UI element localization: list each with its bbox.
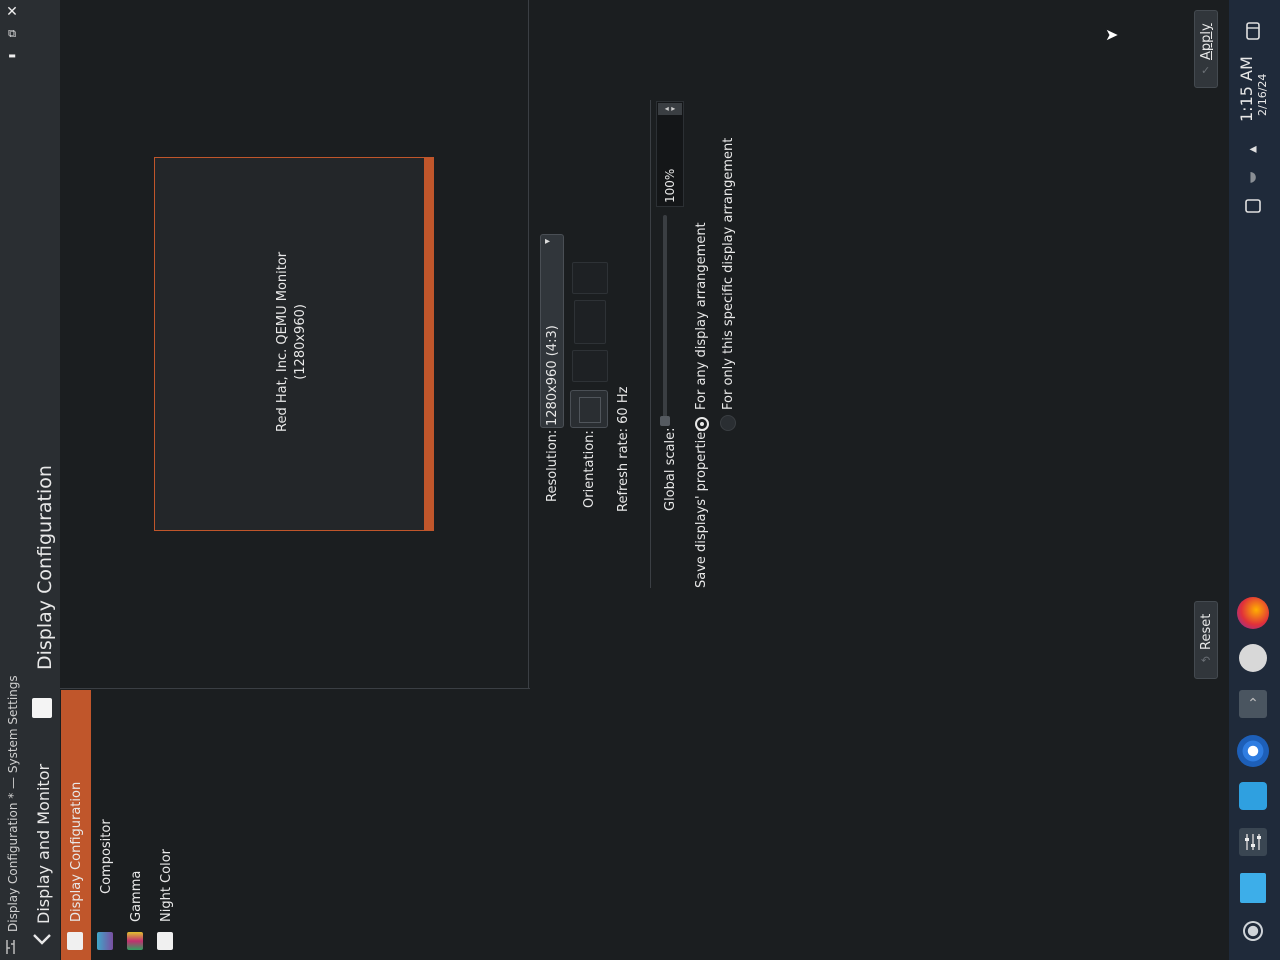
files-icon[interactable]	[1239, 782, 1267, 810]
divider	[650, 100, 651, 588]
orientation-button-normal[interactable]	[570, 390, 608, 428]
sidebar-item-label: Display Configuration	[69, 781, 84, 922]
apply-label: Apply	[1199, 23, 1214, 60]
resolution-value: 1280x960 (4:3)	[545, 325, 560, 426]
check-icon: ✓	[1201, 64, 1211, 77]
undo-icon: ↶	[1201, 654, 1211, 667]
divider	[60, 688, 530, 689]
sidebar-item-gamma[interactable]: Gamma	[129, 871, 144, 922]
radio-specific-arrangement[interactable]	[720, 415, 736, 431]
maximize-icon[interactable]: ⧉	[2, 24, 22, 44]
system-settings-icon	[4, 938, 18, 956]
resolution-label: Resolution:	[545, 429, 560, 502]
clock-time[interactable]: 1:15 AM	[1237, 56, 1256, 122]
firefox-icon[interactable]	[1237, 597, 1269, 629]
chevron-up-icon[interactable]: ◂	[1242, 138, 1264, 160]
orientation-button-right[interactable]	[572, 262, 608, 294]
minimize-icon[interactable]: ▬	[2, 46, 22, 66]
monitor-resolution: (1280x960)	[293, 304, 308, 380]
page-title: Display Configuration	[34, 465, 56, 670]
slider-handle[interactable]	[660, 416, 670, 426]
clipboard-icon[interactable]	[1242, 195, 1264, 217]
dolphin-icon[interactable]	[1240, 873, 1266, 903]
spinbox-arrows-icon[interactable]: ◂ ▸	[658, 103, 682, 115]
chevron-down-icon: ▸	[545, 236, 551, 247]
close-icon[interactable]: ✕	[2, 2, 22, 22]
upload-icon[interactable]: ⌃	[1239, 690, 1267, 718]
night-color-icon	[157, 932, 173, 950]
monitor-selected-indicator	[424, 157, 434, 531]
gamma-icon	[127, 932, 143, 950]
window-title: Display Configuration * — System Setting…	[6, 675, 20, 932]
sidebar-item-compositor[interactable]: Compositor	[99, 819, 114, 894]
save-properties-label: Save displays' properties:	[694, 420, 709, 588]
app-icon[interactable]	[1239, 644, 1267, 672]
monitor-label: Red Hat, Inc. QEMU Monitor (1280x960)	[274, 252, 310, 432]
global-scale-value: 100%	[663, 168, 677, 203]
reset-label: Reset	[1199, 613, 1214, 650]
global-scale-slider[interactable]	[663, 215, 667, 425]
sidebar-header: Display and Monitor	[34, 763, 53, 924]
orientation-icon	[579, 397, 601, 423]
monitor-name: Red Hat, Inc. QEMU Monitor	[275, 251, 290, 432]
mixer-icon[interactable]	[1239, 828, 1267, 856]
application-launcher-icon[interactable]	[1243, 921, 1263, 941]
orientation-button-inverted[interactable]	[574, 300, 606, 344]
orientation-button-left[interactable]	[572, 350, 608, 382]
display-icon	[67, 932, 83, 950]
volume-icon[interactable]: ◗	[1242, 166, 1264, 188]
back-icon[interactable]	[30, 926, 54, 954]
clock-date[interactable]: 2/16/24	[1256, 74, 1269, 116]
radio-any-arrangement[interactable]	[695, 417, 709, 431]
mouse-cursor-icon: ➤	[1105, 25, 1119, 44]
radio-label: For any display arrangement	[694, 222, 709, 410]
pane-divider	[528, 0, 529, 688]
sidebar-item-night-color[interactable]: Night Color	[159, 849, 174, 922]
orientation-label: Orientation:	[582, 430, 597, 508]
chromium-icon[interactable]	[1237, 735, 1269, 767]
compositor-icon	[97, 932, 113, 950]
radio-label: For only this specific display arrangeme…	[721, 137, 736, 410]
refresh-rate-label: Refresh rate: 60 Hz	[616, 386, 631, 512]
show-desktop-icon[interactable]	[1242, 20, 1264, 42]
global-scale-label: Global scale:	[663, 427, 678, 511]
display-icon	[32, 698, 52, 718]
